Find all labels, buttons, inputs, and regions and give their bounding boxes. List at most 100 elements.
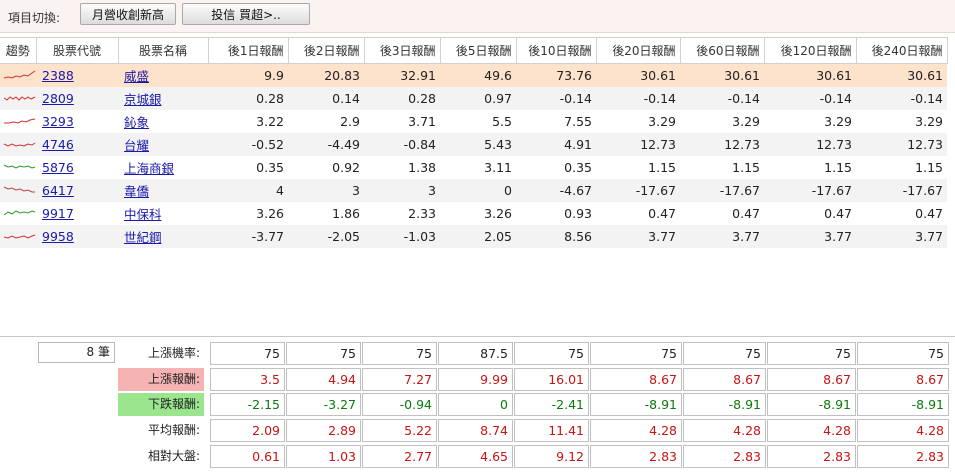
ret10-value: 7.55 — [564, 114, 592, 129]
stock-code-link[interactable]: 2388 — [42, 68, 74, 83]
table-row[interactable]: 2809 京城銀 0.28 0.14 0.28 0.97 -0.14 -0.14 -0.14 -0… — [0, 87, 947, 110]
table-row[interactable]: 9958 世紀鋼 -3.77 -2.05 -1.03 2.05 8.56 3.77 3.77 3.… — [0, 225, 947, 248]
col-ret2[interactable]: 後2日報酬 — [288, 37, 365, 64]
stock-code-link[interactable]: 6417 — [42, 183, 74, 198]
col-name[interactable]: 股票名稱 — [118, 37, 209, 64]
stock-name-cell[interactable]: 京城銀 — [118, 87, 208, 110]
stock-name-cell[interactable]: 上海商銀 — [118, 156, 208, 179]
sparkline-cell — [0, 87, 36, 110]
stock-name-link[interactable]: 鈊象 — [124, 115, 149, 130]
ret20-value: -0.14 — [596, 87, 680, 110]
ret10-value: 0.93 — [564, 206, 592, 221]
table-row[interactable]: 3293 鈊象 3.22 2.9 3.71 5.5 7.55 3.29 3.29 3.29 3.29 — [0, 110, 947, 133]
ret60-value: -0.14 — [680, 87, 764, 110]
stock-code-cell[interactable]: 3293 — [36, 110, 118, 133]
col-ret1[interactable]: 後1日報酬 — [208, 37, 289, 64]
ret2-value: 0.14 — [288, 87, 364, 110]
ret1-value: 3.22 — [256, 114, 284, 129]
ret120-value: -0.14 — [764, 87, 856, 110]
summary-value: 0.61 — [210, 445, 285, 468]
stock-name-cell[interactable]: 威盛 — [118, 63, 208, 87]
ret10-value: 73.76 — [516, 63, 596, 87]
sparkline-cell — [0, 156, 36, 179]
stock-code-cell[interactable]: 9917 — [36, 202, 118, 225]
summary-value: 16.01 — [514, 368, 589, 391]
summary-value: 75 — [767, 342, 856, 365]
ret5-value: 0.97 — [440, 87, 516, 110]
sparkline-cell — [0, 225, 36, 248]
stock-name-link[interactable]: 韋僑 — [124, 184, 149, 199]
ret2-value: 3 — [288, 179, 364, 202]
ret20-value: 0.47 — [648, 206, 676, 221]
stock-code-cell[interactable]: 2809 — [36, 87, 118, 110]
stock-code-cell[interactable]: 5876 — [36, 156, 118, 179]
table-header: 趨勢 股票代號 股票名稱 後1日報酬 後2日報酬 後3日報酬 後5日報酬 後10… — [0, 37, 948, 64]
col-trend[interactable]: 趨勢 — [0, 37, 37, 64]
stock-code-link[interactable]: 5876 — [42, 160, 74, 175]
stock-code-link[interactable]: 9958 — [42, 229, 74, 244]
ret10-value: 4.91 — [516, 133, 596, 156]
summary-value: 2.83 — [857, 445, 949, 468]
ret20-value: 1.15 — [648, 160, 676, 175]
col-ret20[interactable]: 後20日報酬 — [596, 37, 681, 64]
col-code[interactable]: 股票代號 — [36, 37, 119, 64]
stock-code-cell[interactable]: 9958 — [36, 225, 118, 248]
stock-name-link[interactable]: 上海商銀 — [124, 161, 174, 176]
summary-label: 下跌報酬: — [118, 393, 204, 416]
stock-name-cell[interactable]: 韋僑 — [118, 179, 208, 202]
summary-value: 75 — [514, 342, 589, 365]
col-ret240[interactable]: 後240日報酬 — [856, 37, 948, 64]
summary-value: 0 — [438, 393, 513, 416]
ret20-value: 3.29 — [648, 114, 676, 129]
summary-value: 87.5 — [438, 342, 513, 365]
col-ret60[interactable]: 後60日報酬 — [680, 37, 765, 64]
col-ret10[interactable]: 後10日報酬 — [516, 37, 597, 64]
table-row[interactable]: 5876 上海商銀 0.35 0.92 1.38 3.11 0.35 1.15 1.15 1.15… — [0, 156, 947, 179]
monthly-revenue-high-button[interactable]: 月營收創新高 — [80, 3, 176, 25]
ret3-value: 32.91 — [364, 63, 440, 87]
toolbar: 項目切換: 月營收創新高 投信 買超>.. — [0, 0, 955, 33]
stock-name-link[interactable]: 世紀鋼 — [124, 230, 162, 245]
stock-name-cell[interactable]: 鈊象 — [118, 110, 208, 133]
ret5-value: 5.5 — [492, 114, 512, 129]
col-ret3[interactable]: 後3日報酬 — [364, 37, 441, 64]
sparkline-icon — [3, 96, 36, 101]
table-row[interactable]: 6417 韋僑 4 3 3 0 -4.67 -17.67 -17.67 -17.67 -17.67 — [0, 179, 947, 202]
ret10-value: 0.35 — [564, 160, 592, 175]
stock-code-link[interactable]: 4746 — [42, 137, 74, 152]
summary-value: 1.03 — [286, 445, 361, 468]
ret10-value: 8.56 — [516, 225, 596, 248]
col-ret120[interactable]: 後120日報酬 — [764, 37, 857, 64]
stock-code-link[interactable]: 2809 — [42, 91, 74, 106]
stock-name-cell[interactable]: 台耀 — [118, 133, 208, 156]
sparkline-icon — [3, 70, 36, 79]
stock-code-cell[interactable]: 6417 — [36, 179, 118, 202]
stock-code-cell[interactable]: 2388 — [36, 63, 118, 87]
ret3-value: 3.71 — [408, 114, 436, 129]
stock-code-link[interactable]: 9917 — [42, 206, 74, 221]
stock-name-link[interactable]: 台耀 — [124, 138, 149, 153]
table-row[interactable]: 4746 台耀 -0.52 -4.49 -0.84 5.43 4.91 12.73 12.73 1… — [0, 133, 947, 156]
stock-name-cell[interactable]: 世紀鋼 — [118, 225, 208, 248]
ret10-value: -0.14 — [516, 87, 596, 110]
stock-name-cell[interactable]: 中保科 — [118, 202, 208, 225]
col-ret5[interactable]: 後5日報酬 — [440, 37, 517, 64]
summary-value: 5.22 — [362, 419, 437, 442]
ret240-value: -0.14 — [856, 87, 947, 110]
summary-label: 平均報酬: — [147, 423, 200, 437]
summary-value: 8.67 — [590, 368, 682, 391]
stock-code-link[interactable]: 3293 — [42, 114, 74, 129]
summary-value: 2.89 — [286, 419, 361, 442]
summary-value: 2.77 — [362, 445, 437, 468]
table-row[interactable]: 9917 中保科 3.26 1.86 2.33 3.26 0.93 0.47 0.47 0.47 0… — [0, 202, 947, 225]
table-row[interactable]: 2388 威盛 9.9 20.83 32.91 49.6 73.76 30.61 30.61 30… — [0, 63, 947, 87]
stock-name-link[interactable]: 京城銀 — [124, 92, 162, 107]
stock-name-link[interactable]: 中保科 — [124, 207, 162, 222]
stock-code-cell[interactable]: 4746 — [36, 133, 118, 156]
summary-value: 75 — [362, 342, 437, 365]
sparkline-icon — [3, 186, 35, 193]
ret5-value: 3.11 — [484, 160, 512, 175]
ret240-value: 3.77 — [856, 225, 947, 248]
stock-name-link[interactable]: 威盛 — [124, 69, 149, 84]
investment-trust-buy-button[interactable]: 投信 買超>.. — [182, 3, 310, 25]
